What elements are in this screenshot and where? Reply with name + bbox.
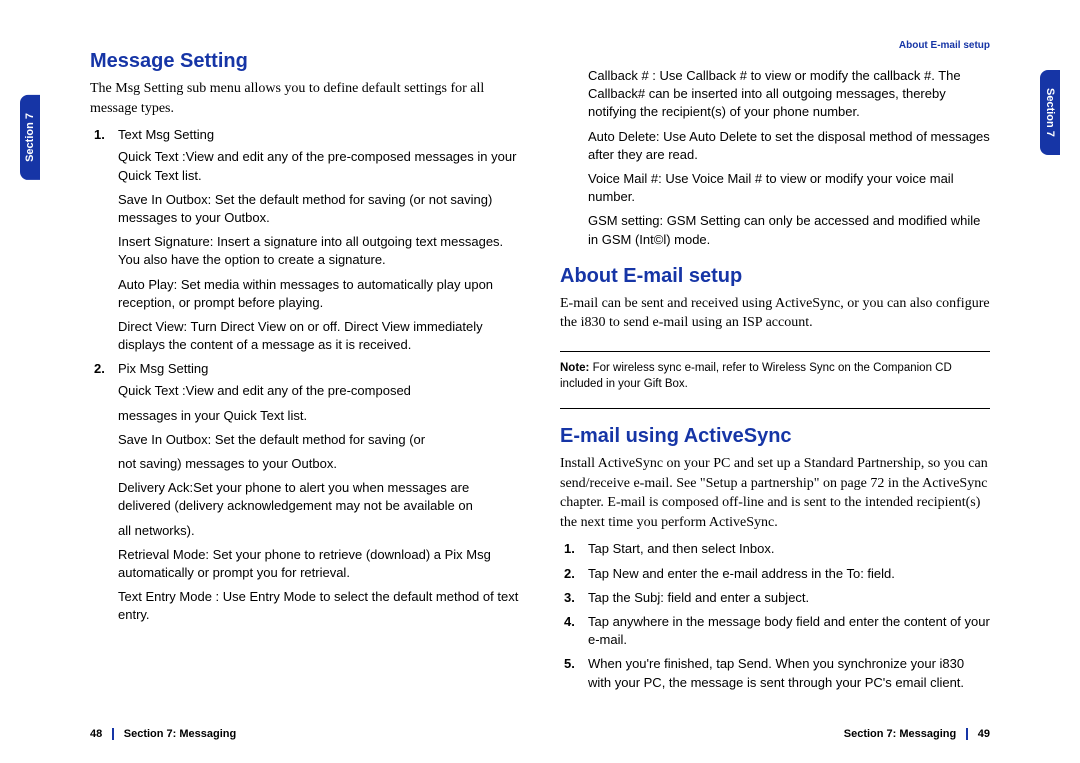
continued-block: Callback # : Use Callback # to view or m…	[560, 63, 990, 255]
list-item-sub: not saving) messages to your Outbox.	[118, 455, 520, 473]
intro-email-activesync: Install ActiveSync on your PC and set up…	[560, 454, 990, 532]
list-item-sub: all networks).	[118, 522, 520, 540]
heading-about-email: About E-mail setup	[560, 265, 990, 288]
footer-separator	[112, 728, 114, 740]
list-item-sub: Quick Text :View and edit any of the pre…	[118, 382, 520, 400]
note-block: Note: For wireless sync e-mail, refer to…	[560, 358, 990, 398]
divider-bottom	[560, 408, 990, 409]
list-item-sub: Insert Signature: Insert a signature int…	[118, 233, 520, 269]
list-item: Pix Msg Setting Quick Text :View and edit…	[104, 360, 520, 624]
heading-email-activesync: E-mail using ActiveSync	[560, 425, 990, 448]
right-steps-list: Tap Start, and then select Inbox. Tap New…	[560, 540, 990, 697]
list-item-sub: Auto Delete: Use Auto Delete to set the …	[588, 128, 990, 164]
list-item-sub: GSM setting: GSM Setting can only be acc…	[588, 212, 990, 248]
list-item-sub: Text Entry Mode : Use Entry Mode to sele…	[118, 588, 520, 624]
list-item-sub: Save In Outbox: Set the default method f…	[118, 431, 520, 449]
section-tab-left: Section 7	[20, 95, 40, 180]
step-item: Tap the Subj: field and enter a subject.	[574, 589, 990, 607]
list-item: Text Msg Setting Quick Text :View and edi…	[104, 126, 520, 354]
step-item: Tap New and enter the e-mail address in …	[574, 565, 990, 583]
list-item-sub: Auto Play: Set media within messages to …	[118, 276, 520, 312]
page-right: About E-mail setup Section 7 Callback # …	[540, 40, 1030, 738]
step-item: When you're finished, tap Send. When you…	[574, 655, 990, 691]
page-left: Section 7 Message Setting The Msg Settin…	[50, 40, 540, 738]
step-item: Tap Start, and then select Inbox.	[574, 540, 990, 558]
list-item-sub: messages in your Quick Text list.	[118, 407, 520, 425]
note-label: Note:	[560, 362, 589, 374]
list-item-head: Pix Msg Setting	[118, 361, 208, 376]
intro-about-email: E-mail can be sent and received using Ac…	[560, 294, 990, 333]
step-item: Tap anywhere in the message body field a…	[574, 613, 990, 649]
section-tab-right: Section 7	[1040, 70, 1060, 155]
page-number-right: 49	[978, 728, 990, 740]
footer-separator	[966, 728, 968, 740]
heading-message-setting: Message Setting	[90, 50, 520, 73]
list-item-sub: Direct View: Turn Direct View on or off.…	[118, 318, 520, 354]
intro-message-setting: The Msg Setting sub menu allows you to d…	[90, 79, 520, 118]
list-item-sub: Callback # : Use Callback # to view or m…	[588, 67, 990, 122]
footer-section-left: Section 7: Messaging	[124, 728, 236, 740]
header-topic-right: About E-mail setup	[560, 40, 990, 51]
list-item-sub: Save In Outbox: Set the default method f…	[118, 191, 520, 227]
list-item-sub: Quick Text :View and edit any of the pre…	[118, 148, 520, 184]
list-item-head: Text Msg Setting	[118, 127, 214, 142]
page-number-left: 48	[90, 728, 102, 740]
footer-right: Section 7: Messaging 49	[844, 728, 990, 740]
list-item-sub: Retrieval Mode: Set your phone to retrie…	[118, 546, 520, 582]
divider-top	[560, 351, 990, 352]
note-body: For wireless sync e-mail, refer to Wirel…	[560, 362, 952, 390]
list-item-sub: Voice Mail #: Use Voice Mail # to view o…	[588, 170, 990, 206]
left-numbered-list: Text Msg Setting Quick Text :View and edi…	[90, 126, 520, 630]
footer-section-right: Section 7: Messaging	[844, 728, 956, 740]
footer-left: 48 Section 7: Messaging	[90, 728, 236, 740]
list-item-sub: Delivery Ack:Set your phone to alert you…	[118, 479, 520, 515]
